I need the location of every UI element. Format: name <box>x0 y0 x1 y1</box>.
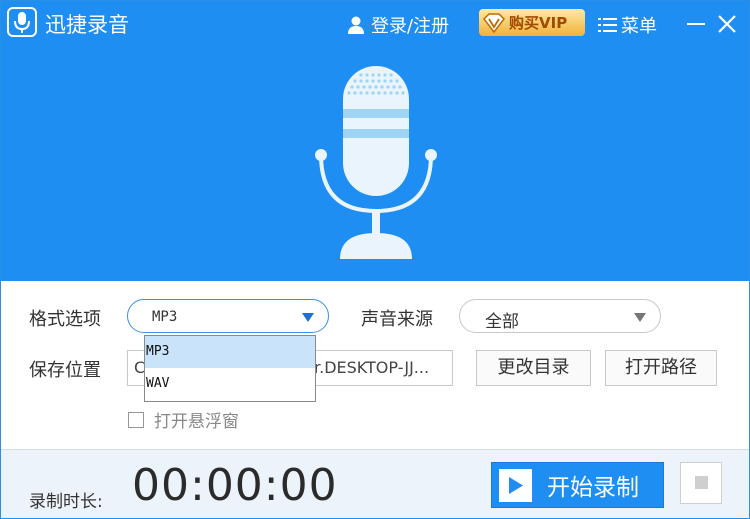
microphone-illustration <box>315 66 437 259</box>
floating-window-label: 打开悬浮窗 <box>154 412 239 432</box>
stop-button[interactable] <box>680 462 722 504</box>
save-location-label: 保存位置 <box>29 360 101 381</box>
change-directory-button[interactable]: 更改目录 <box>476 350 591 386</box>
play-icon <box>499 468 532 502</box>
chevron-down-icon <box>634 313 646 322</box>
save-path-text: r.DESKTOP-JJ... <box>314 358 430 377</box>
stop-icon <box>695 476 708 489</box>
buy-vip-button[interactable]: 购买VIP <box>479 9 585 36</box>
format-option-wav[interactable]: WAV <box>145 368 315 400</box>
menu-button[interactable]: 菜单 <box>598 12 657 38</box>
start-recording-button[interactable]: 开始录制 <box>491 462 664 508</box>
header-banner: 迅捷录音 登录/注册 购买VIP 菜单 <box>1 1 749 281</box>
footer-bar: 录制时长: 00:00:00 开始录制 <box>1 449 749 518</box>
format-select[interactable]: MP3 <box>127 299 329 333</box>
duration-label: 录制时长: <box>29 492 103 512</box>
source-label: 声音来源 <box>361 309 433 330</box>
format-label: 格式选项 <box>29 309 101 330</box>
user-icon <box>348 16 364 34</box>
format-value: MP3 <box>152 309 178 325</box>
format-dropdown-list: MP3 WAV <box>144 335 316 402</box>
vip-label: 购买VIP <box>509 14 568 32</box>
app-mic-icon <box>7 7 37 37</box>
vip-diamond-icon <box>483 12 505 33</box>
menu-label: 菜单 <box>621 16 657 37</box>
close-icon[interactable] <box>716 13 738 35</box>
recording-timer: 00:00:00 <box>132 460 338 511</box>
menu-icon <box>598 18 617 32</box>
source-select[interactable]: 全部 <box>459 299 661 333</box>
format-option-mp3[interactable]: MP3 <box>145 336 315 368</box>
minimize-icon[interactable] <box>685 13 707 35</box>
app-title: 迅捷录音 <box>45 13 129 37</box>
source-value: 全部 <box>485 312 519 332</box>
start-recording-label: 开始录制 <box>547 475 639 501</box>
floating-window-checkbox[interactable] <box>128 411 144 428</box>
app-window: 迅捷录音 登录/注册 购买VIP 菜单 格式选项 MP3 声音来源 全部 保存位… <box>0 0 750 519</box>
title-bar: 迅捷录音 登录/注册 购买VIP 菜单 <box>1 1 749 45</box>
floating-window-toggle[interactable]: 打开悬浮窗 <box>128 407 239 432</box>
open-path-button[interactable]: 打开路径 <box>605 350 717 386</box>
login-label: 登录/注册 <box>371 16 450 37</box>
chevron-down-icon <box>302 313 314 322</box>
login-register-link[interactable]: 登录/注册 <box>347 12 449 38</box>
